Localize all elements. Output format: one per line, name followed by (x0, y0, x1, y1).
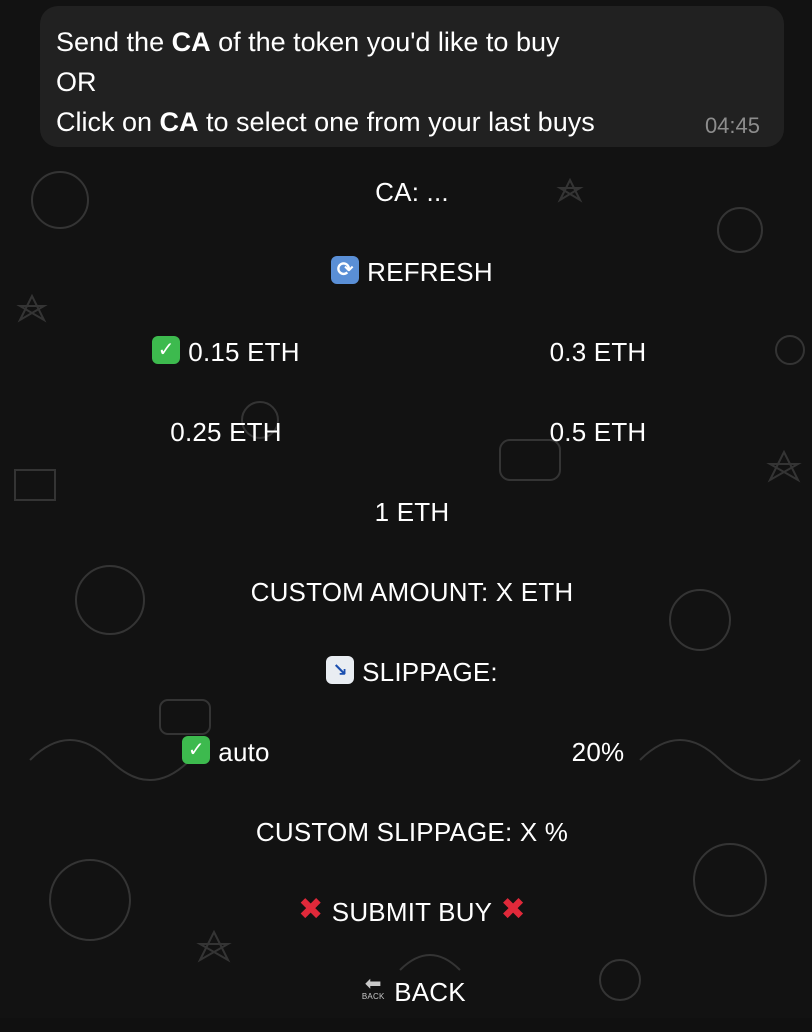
keyboard-row: CA: ... (40, 152, 784, 232)
amount-0-25-eth-button[interactable]: 0.25 ETH (40, 392, 412, 472)
message-text: to select one from your last buys (198, 107, 595, 137)
message-text: OR (56, 67, 97, 97)
message-timestamp: 04:45 (704, 113, 760, 138)
keyboard-row: ✓ auto 20% (40, 712, 784, 792)
amount-0-3-eth-button[interactable]: 0.3 ETH (412, 312, 784, 392)
cross-mark-icon: ✖ (298, 893, 324, 926)
message-text: of the token you'd like to buy (210, 27, 560, 57)
message-line-3: Click on CA to select one from your last… (56, 102, 768, 142)
keyboard-row: ✖ SUBMIT BUY ✖ (40, 872, 784, 952)
keyboard-row: CUSTOM AMOUNT: X ETH (40, 552, 784, 632)
check-mark-icon: ✓ (182, 736, 211, 764)
slippage-20-label: 20% (571, 736, 625, 767)
cross-mark-icon: ✖ (500, 893, 526, 926)
keyboard-row: ✓ 0.15 ETH 0.3 ETH (40, 312, 784, 392)
submit-buy-button[interactable]: ✖ SUBMIT BUY ✖ (40, 872, 784, 952)
message-text: Click on (56, 107, 160, 137)
refresh-icon: ⟳ (331, 256, 360, 284)
bot-message-bubble: Send the CA of the token you'd like to b… (40, 6, 784, 147)
back-arrow-icon: ⬅ BACK (361, 973, 385, 1001)
ca-button-label: CA: ... (375, 176, 449, 207)
back-icon-text: BACK (361, 992, 385, 1001)
custom-slippage-button[interactable]: CUSTOM SLIPPAGE: X % (40, 792, 784, 872)
chart-decreasing-icon: ↘ (326, 656, 355, 684)
inline-keyboard: CA: ... ⟳ REFRESH ✓ 0.15 ETH 0.3 ETH 0.25 … (40, 152, 784, 1032)
amount-0-5-eth-button[interactable]: 0.5 ETH (412, 392, 784, 472)
slippage-auto-label: auto (218, 736, 270, 767)
keyboard-row: CUSTOM SLIPPAGE: X % (40, 792, 784, 872)
custom-amount-label: CUSTOM AMOUNT: X ETH (250, 576, 574, 607)
keyboard-row: ↘ SLIPPAGE: (40, 632, 784, 712)
submit-buy-label: SUBMIT BUY (331, 896, 493, 927)
ca-button[interactable]: CA: ... (40, 152, 784, 232)
slippage-label: SLIPPAGE: (362, 656, 498, 687)
amount-0-15-eth-button[interactable]: ✓ 0.15 ETH (40, 312, 412, 392)
refresh-button-label: REFRESH (367, 256, 493, 287)
slippage-auto-button[interactable]: ✓ auto (40, 712, 412, 792)
amount-1-eth-button[interactable]: 1 ETH (40, 472, 784, 552)
amount-label: 1 ETH (374, 496, 450, 527)
message-line-1: Send the CA of the token you'd like to b… (56, 22, 768, 62)
keyboard-row: 1 ETH (40, 472, 784, 552)
keyboard-row: ⟳ REFRESH (40, 232, 784, 312)
slippage-20-button[interactable]: 20% (412, 712, 784, 792)
check-mark-icon: ✓ (152, 336, 181, 364)
message-bold-ca: CA (159, 107, 199, 137)
custom-amount-button[interactable]: CUSTOM AMOUNT: X ETH (40, 552, 784, 632)
keyboard-row: ⬅ BACK BACK (40, 952, 784, 1032)
custom-slippage-label: CUSTOM SLIPPAGE: X % (255, 816, 569, 847)
slippage-button[interactable]: ↘ SLIPPAGE: (40, 632, 784, 712)
amount-label: 0.25 ETH (170, 416, 282, 447)
message-line-2: OR (56, 62, 768, 102)
amount-label: 0.15 ETH (188, 336, 300, 367)
back-button[interactable]: ⬅ BACK BACK (40, 952, 784, 1032)
refresh-button[interactable]: ⟳ REFRESH (40, 232, 784, 312)
message-text: Send the (56, 27, 172, 57)
back-label: BACK (394, 976, 466, 1007)
amount-label: 0.5 ETH (549, 416, 647, 447)
amount-label: 0.3 ETH (549, 336, 647, 367)
keyboard-row: 0.25 ETH 0.5 ETH (40, 392, 784, 472)
message-bold-ca: CA (171, 27, 211, 57)
